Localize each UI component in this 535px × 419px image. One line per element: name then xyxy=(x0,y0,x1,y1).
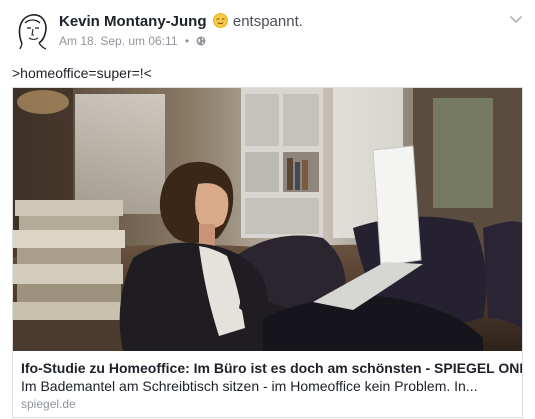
post-header: Kevin Montany-Jung entspannt. Am 18. Sep… xyxy=(0,0,535,60)
link-title[interactable]: Ifo-Studie zu Homeoffice: Im Büro ist es… xyxy=(21,359,522,377)
link-info[interactable]: Ifo-Studie zu Homeoffice: Im Büro ist es… xyxy=(13,352,522,417)
post-text: >homeoffice=super=!< xyxy=(12,65,152,81)
meta-separator: • xyxy=(184,34,190,48)
feeling-text: entspannt. xyxy=(232,13,303,30)
avatar-sketch-icon xyxy=(12,10,52,50)
relieved-face-icon xyxy=(212,13,228,28)
post-timestamp[interactable]: Am 18. Sep. um 06:11 xyxy=(59,34,178,48)
link-preview-card[interactable]: Ifo-Studie zu Homeoffice: Im Büro ist es… xyxy=(12,87,523,418)
author-line: Kevin Montany-Jung entspannt. xyxy=(59,12,303,31)
link-description: Im Bademantel am Schreibtisch sitzen - i… xyxy=(21,378,478,394)
chevron-down-icon[interactable] xyxy=(509,12,523,23)
author-name[interactable]: Kevin Montany-Jung xyxy=(59,13,207,30)
globe-icon[interactable] xyxy=(196,35,206,46)
link-domain: spiegel.de xyxy=(21,397,76,411)
avatar[interactable] xyxy=(12,10,52,50)
post-meta: Am 18. Sep. um 06:11 • xyxy=(59,34,206,49)
link-preview-image[interactable] xyxy=(13,88,522,351)
